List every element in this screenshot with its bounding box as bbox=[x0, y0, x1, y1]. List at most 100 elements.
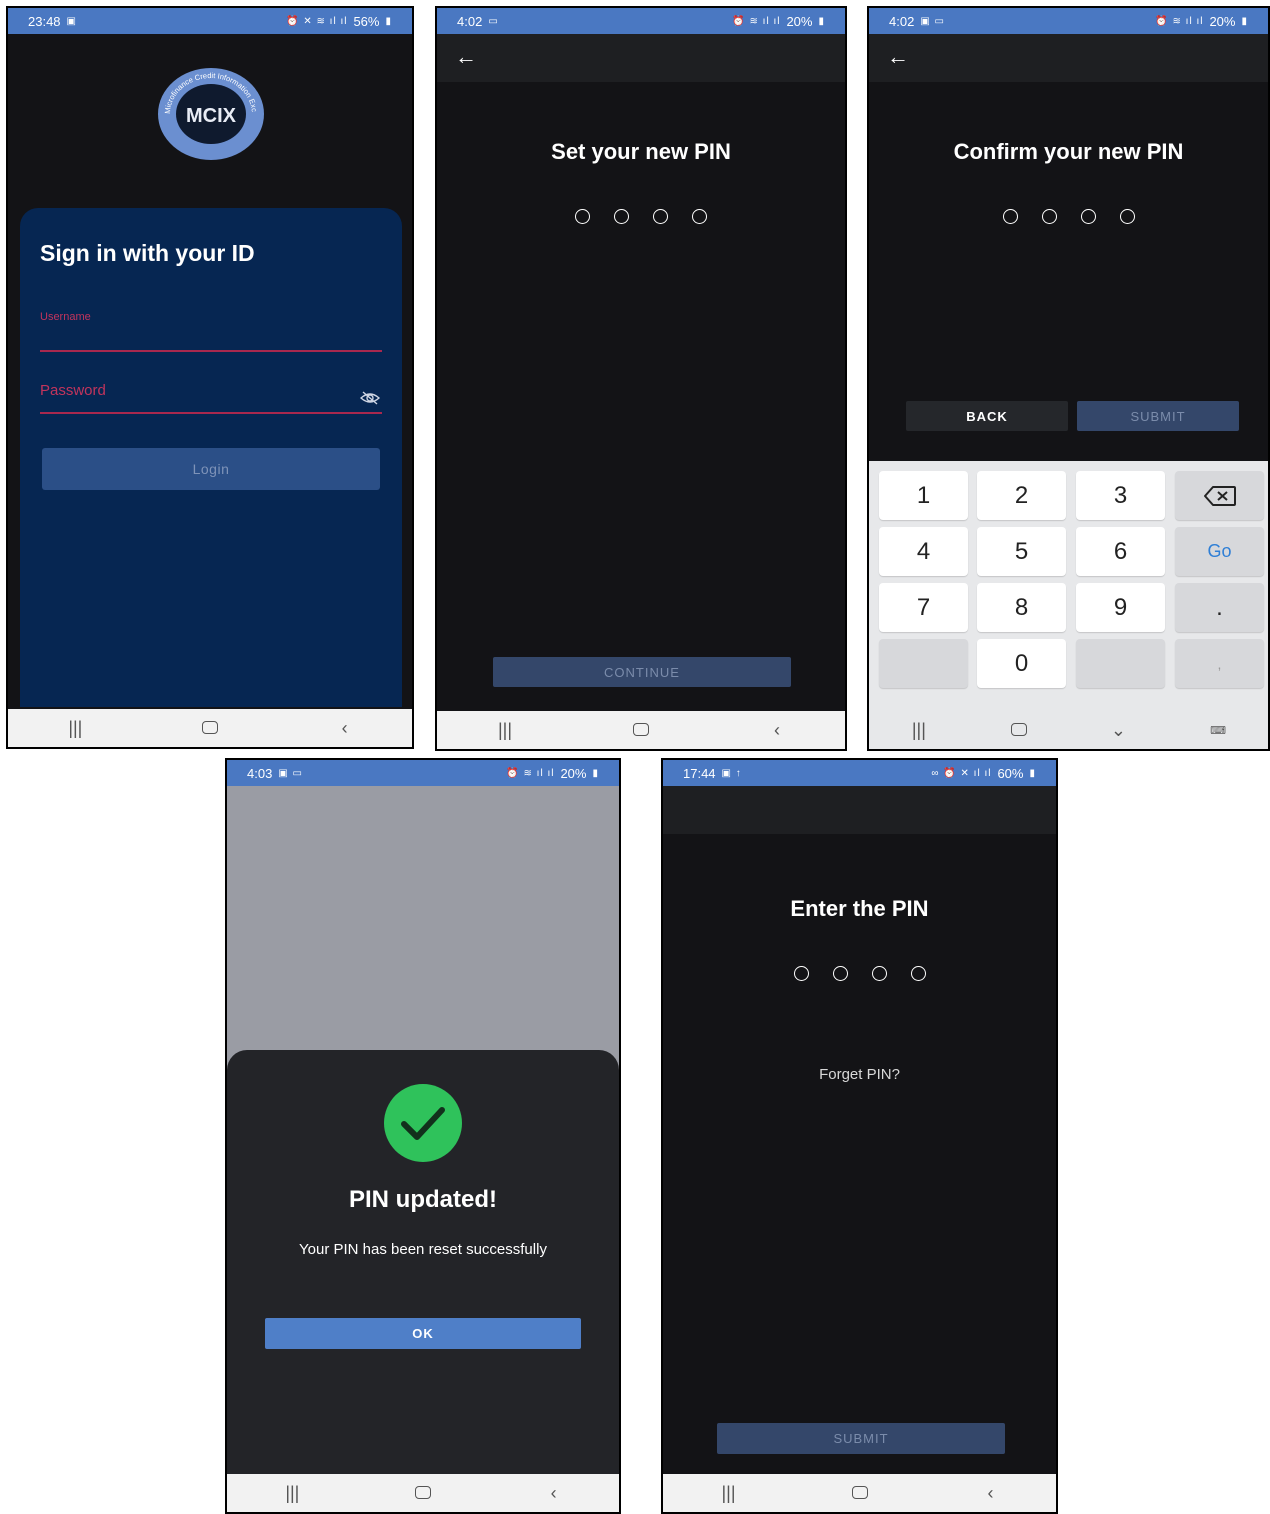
home-button[interactable] bbox=[621, 720, 661, 741]
phone-set-pin-screen: 4:02 ▭ ⏰ ≋ ıl ıl 20% ▮ ← Set your new PIN C… bbox=[435, 6, 847, 751]
username-field[interactable] bbox=[40, 350, 382, 352]
blank-key-left bbox=[879, 639, 968, 688]
back-arrow-icon[interactable]: ← bbox=[455, 46, 477, 68]
submit-button[interactable]: SUBMIT bbox=[717, 1423, 1005, 1454]
gallery-icon: ▣ ▭ bbox=[920, 15, 945, 27]
status-time: 23:48 bbox=[28, 13, 61, 29]
logo-text: MCIX bbox=[186, 105, 237, 127]
dimmed-background bbox=[227, 786, 619, 1086]
home-button[interactable] bbox=[403, 1483, 443, 1504]
signal-icons: ⏰ ✕ ≋ ıl ıl bbox=[286, 15, 348, 27]
app-bar bbox=[663, 786, 1056, 834]
backspace-key[interactable] bbox=[1175, 471, 1264, 520]
status-bar: 17:44 ▣ ↑ ∞ ⏰ ✕ ıl ıl 60% ▮ bbox=[663, 760, 1056, 786]
phone-pin-updated-screen: 4:03 ▣ ▭ ⏰ ≋ ıl ıl 20% ▮ PIN updated! Your … bbox=[225, 758, 621, 1514]
android-nav-bar: ||| ‹ bbox=[663, 1474, 1056, 1512]
home-button[interactable] bbox=[999, 720, 1039, 741]
status-bar: 4:02 ▭ ⏰ ≋ ıl ıl 20% ▮ bbox=[437, 8, 845, 34]
key-0[interactable]: 0 bbox=[977, 639, 1066, 688]
enter-pin-title: Enter the PIN bbox=[790, 896, 929, 921]
android-nav-bar: ||| ‹ bbox=[8, 709, 412, 747]
continue-button[interactable]: CONTINUE bbox=[493, 657, 791, 687]
battery-level: 20% bbox=[560, 765, 587, 781]
login-button[interactable]: Login bbox=[42, 448, 380, 490]
key-8[interactable]: 8 bbox=[977, 583, 1066, 632]
keyboard-icon[interactable]: ⌨ bbox=[1198, 724, 1238, 737]
app-bar: ← bbox=[869, 34, 1268, 82]
pin-dot bbox=[575, 209, 590, 224]
ok-button[interactable]: OK bbox=[265, 1318, 581, 1349]
home-button[interactable] bbox=[190, 718, 230, 739]
login-title: Sign in with your ID bbox=[40, 240, 255, 266]
status-bar: 23:48 ▣ ⏰ ✕ ≋ ıl ıl 56% ▮ bbox=[8, 8, 412, 34]
key-1[interactable]: 1 bbox=[879, 471, 968, 520]
key-4[interactable]: 4 bbox=[879, 527, 968, 576]
password-underline bbox=[40, 412, 382, 414]
hide-keyboard-icon[interactable]: ⌄ bbox=[1098, 720, 1138, 741]
gallery-icon: ▣ ▭ bbox=[278, 767, 303, 779]
notification-icons: ▣ ↑ bbox=[721, 767, 742, 779]
recent-apps-icon[interactable]: ||| bbox=[55, 718, 95, 739]
pin-dot bbox=[832, 966, 848, 981]
pin-dot bbox=[1080, 209, 1096, 224]
back-nav-icon[interactable]: ‹ bbox=[757, 720, 797, 741]
back-arrow-icon[interactable]: ← bbox=[887, 46, 909, 68]
battery-level: 60% bbox=[997, 765, 1024, 781]
key-2[interactable]: 2 bbox=[977, 471, 1066, 520]
app-bar: ← bbox=[437, 34, 845, 82]
key-9[interactable]: 9 bbox=[1076, 583, 1165, 632]
pin-dot bbox=[910, 966, 926, 981]
signal-icons: ⏰ ≋ ıl ıl bbox=[732, 15, 781, 27]
key-7[interactable]: 7 bbox=[879, 583, 968, 632]
back-button[interactable]: BACK bbox=[906, 401, 1068, 431]
home-icon bbox=[1010, 722, 1027, 736]
android-nav-bar: ||| ‹ bbox=[437, 711, 845, 749]
battery-icon: ▮ bbox=[592, 767, 599, 779]
home-icon bbox=[414, 1485, 431, 1499]
submit-button[interactable]: SUBMIT bbox=[1077, 401, 1239, 431]
phone-enter-pin-screen: 17:44 ▣ ↑ ∞ ⏰ ✕ ıl ıl 60% ▮ Enter the PIN F… bbox=[661, 758, 1058, 1514]
pin-indicator bbox=[663, 966, 1056, 981]
success-check-icon bbox=[384, 1084, 462, 1162]
numeric-keyboard: 1 2 3 4 5 6 Go 7 8 9 . 0 , bbox=[869, 461, 1268, 711]
pin-dot bbox=[871, 966, 887, 981]
home-icon bbox=[851, 1485, 868, 1499]
back-nav-icon[interactable]: ‹ bbox=[971, 1483, 1011, 1504]
comma-key[interactable]: , bbox=[1175, 639, 1264, 688]
battery-level: 20% bbox=[786, 13, 813, 29]
blank-key-right bbox=[1076, 639, 1165, 688]
key-6[interactable]: 6 bbox=[1076, 527, 1165, 576]
gallery-icon: ▣ bbox=[66, 15, 77, 27]
key-5[interactable]: 5 bbox=[977, 527, 1066, 576]
battery-level: 20% bbox=[1209, 13, 1236, 29]
eye-off-icon[interactable] bbox=[360, 390, 380, 406]
battery-icon: ▮ bbox=[818, 15, 825, 27]
success-title: PIN updated! bbox=[349, 1186, 497, 1213]
recent-apps-icon[interactable]: ||| bbox=[899, 720, 939, 741]
status-time: 4:02 bbox=[889, 13, 915, 29]
forget-pin-link[interactable]: Forget PIN? bbox=[663, 1066, 1056, 1083]
signal-icons: ⏰ ≋ ıl ıl bbox=[506, 767, 555, 779]
home-button[interactable] bbox=[840, 1483, 880, 1504]
recent-apps-icon[interactable]: ||| bbox=[709, 1483, 749, 1504]
pin-dot bbox=[793, 966, 809, 981]
password-field[interactable]: Password bbox=[40, 382, 106, 399]
confirm-pin-title: Confirm your new PIN bbox=[953, 139, 1184, 164]
key-3[interactable]: 3 bbox=[1076, 471, 1165, 520]
back-nav-icon[interactable]: ‹ bbox=[325, 718, 365, 739]
recent-apps-icon[interactable]: ||| bbox=[485, 720, 525, 741]
pin-dot bbox=[1002, 209, 1018, 224]
pin-dot bbox=[1041, 209, 1057, 224]
period-key[interactable]: . bbox=[1175, 583, 1264, 632]
home-icon bbox=[201, 720, 218, 734]
pin-dot bbox=[1119, 209, 1135, 224]
status-bar: 4:03 ▣ ▭ ⏰ ≋ ıl ıl 20% ▮ bbox=[227, 760, 619, 786]
pin-indicator bbox=[437, 209, 845, 224]
go-key[interactable]: Go bbox=[1175, 527, 1264, 576]
battery-icon: ▮ bbox=[385, 15, 392, 27]
username-label: Username bbox=[40, 311, 91, 323]
pin-indicator bbox=[869, 209, 1268, 224]
recent-apps-icon[interactable]: ||| bbox=[272, 1483, 312, 1504]
back-nav-icon[interactable]: ‹ bbox=[534, 1483, 574, 1504]
pin-dot bbox=[653, 209, 668, 224]
